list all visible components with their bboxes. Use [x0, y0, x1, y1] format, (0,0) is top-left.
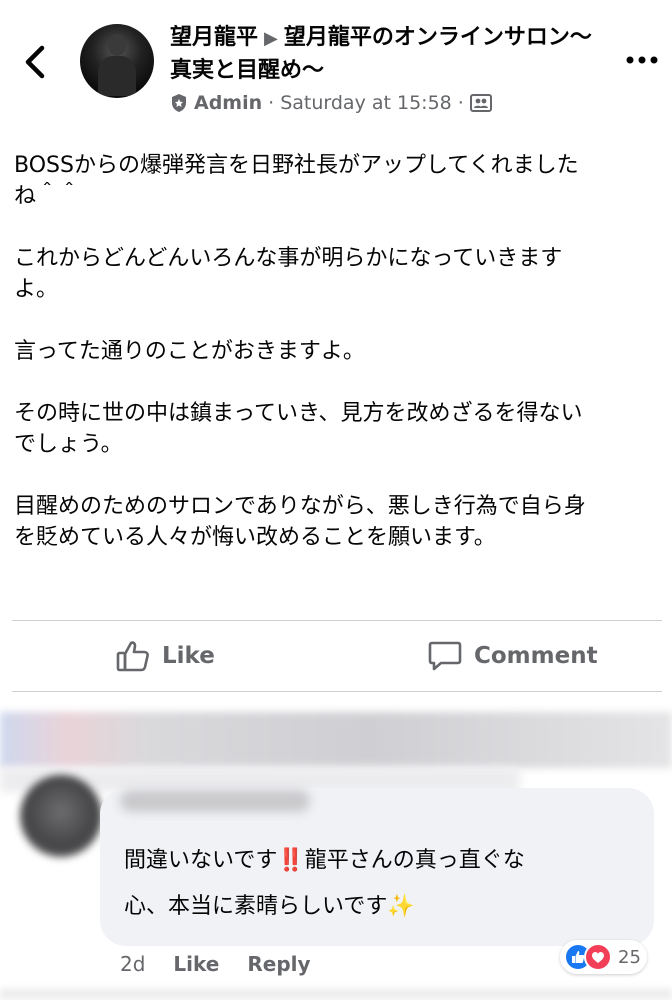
post-meta: Admin · Saturday at 15:58 ·	[170, 92, 492, 114]
post-body: BOSSからの爆弾発言を日野社長がアップしてくれました ね＾＾ これからどんどん…	[14, 150, 654, 584]
comment-text: 間違いないです‼️龍平さんの真っ直ぐな 心、本当に素晴らしいです✨	[124, 838, 644, 930]
like-button[interactable]: Like	[116, 622, 215, 690]
comment-like-button[interactable]: Like	[173, 952, 219, 976]
post-paragraph: BOSSからの爆弾発言を日野社長がアップしてくれました ね＾＾	[14, 153, 579, 209]
blurred-preview	[0, 988, 672, 1000]
comment-text-part: 間違いないです	[124, 848, 278, 873]
comment-label: Comment	[474, 643, 598, 669]
post-paragraph: 言ってた通りのことがおきますよ。	[14, 339, 365, 364]
post-paragraph: 目醒めのためのサロンでありながら、悪しき行為で自ら身 を貶めている人々が悔い改め…	[14, 494, 586, 550]
comment-actions: 2d Like Reply	[120, 952, 311, 976]
author-avatar[interactable]	[80, 24, 154, 98]
more-options-button[interactable]	[624, 50, 660, 70]
meta-separator: ·	[268, 92, 275, 114]
commenter-avatar[interactable]	[20, 775, 102, 857]
love-reaction-icon	[584, 943, 612, 971]
author-name[interactable]: 望月龍平	[170, 25, 258, 50]
blurred-preview	[0, 712, 672, 768]
post-paragraph: これからどんどんいろんな事が明らかになっていきます よ。	[14, 246, 563, 302]
back-button[interactable]	[18, 42, 54, 82]
comment-age[interactable]: 2d	[120, 952, 145, 976]
divider	[12, 691, 662, 692]
like-label: Like	[162, 643, 215, 669]
sparkles-emoji: ✨	[387, 894, 415, 919]
comment-bubble-icon	[428, 641, 462, 671]
post-action-bar: Like Comment	[0, 622, 672, 690]
reaction-summary[interactable]: 25	[560, 940, 647, 974]
meta-separator: ·	[457, 92, 464, 114]
divider	[12, 620, 662, 621]
comment-button[interactable]: Comment	[428, 622, 598, 690]
post-paragraph: その時に世の中は鎮まっていき、見方を改めざるを得ない でしょう。	[14, 401, 583, 457]
thumbs-up-icon	[116, 641, 149, 672]
post-header: 望月龍平 ▶ 望月龍平のオンラインサロン〜真実と目醒め〜 Admin · Satur…	[0, 0, 672, 130]
reaction-count: 25	[618, 946, 641, 968]
arrow-right-icon: ▶	[264, 28, 278, 49]
post-timestamp[interactable]: Saturday at 15:58	[280, 92, 452, 114]
comment-reply-button[interactable]: Reply	[247, 952, 310, 976]
chevron-left-icon	[25, 45, 45, 79]
shield-icon	[172, 94, 186, 112]
commenter-name-blurred	[120, 790, 310, 812]
admin-badge: Admin	[194, 92, 263, 114]
group-members-icon	[469, 94, 492, 112]
post-title[interactable]: 望月龍平 ▶ 望月龍平のオンラインサロン〜真実と目醒め〜	[170, 22, 600, 87]
double-exclamation-emoji: ‼️	[277, 848, 305, 873]
more-dots-icon	[626, 56, 658, 64]
